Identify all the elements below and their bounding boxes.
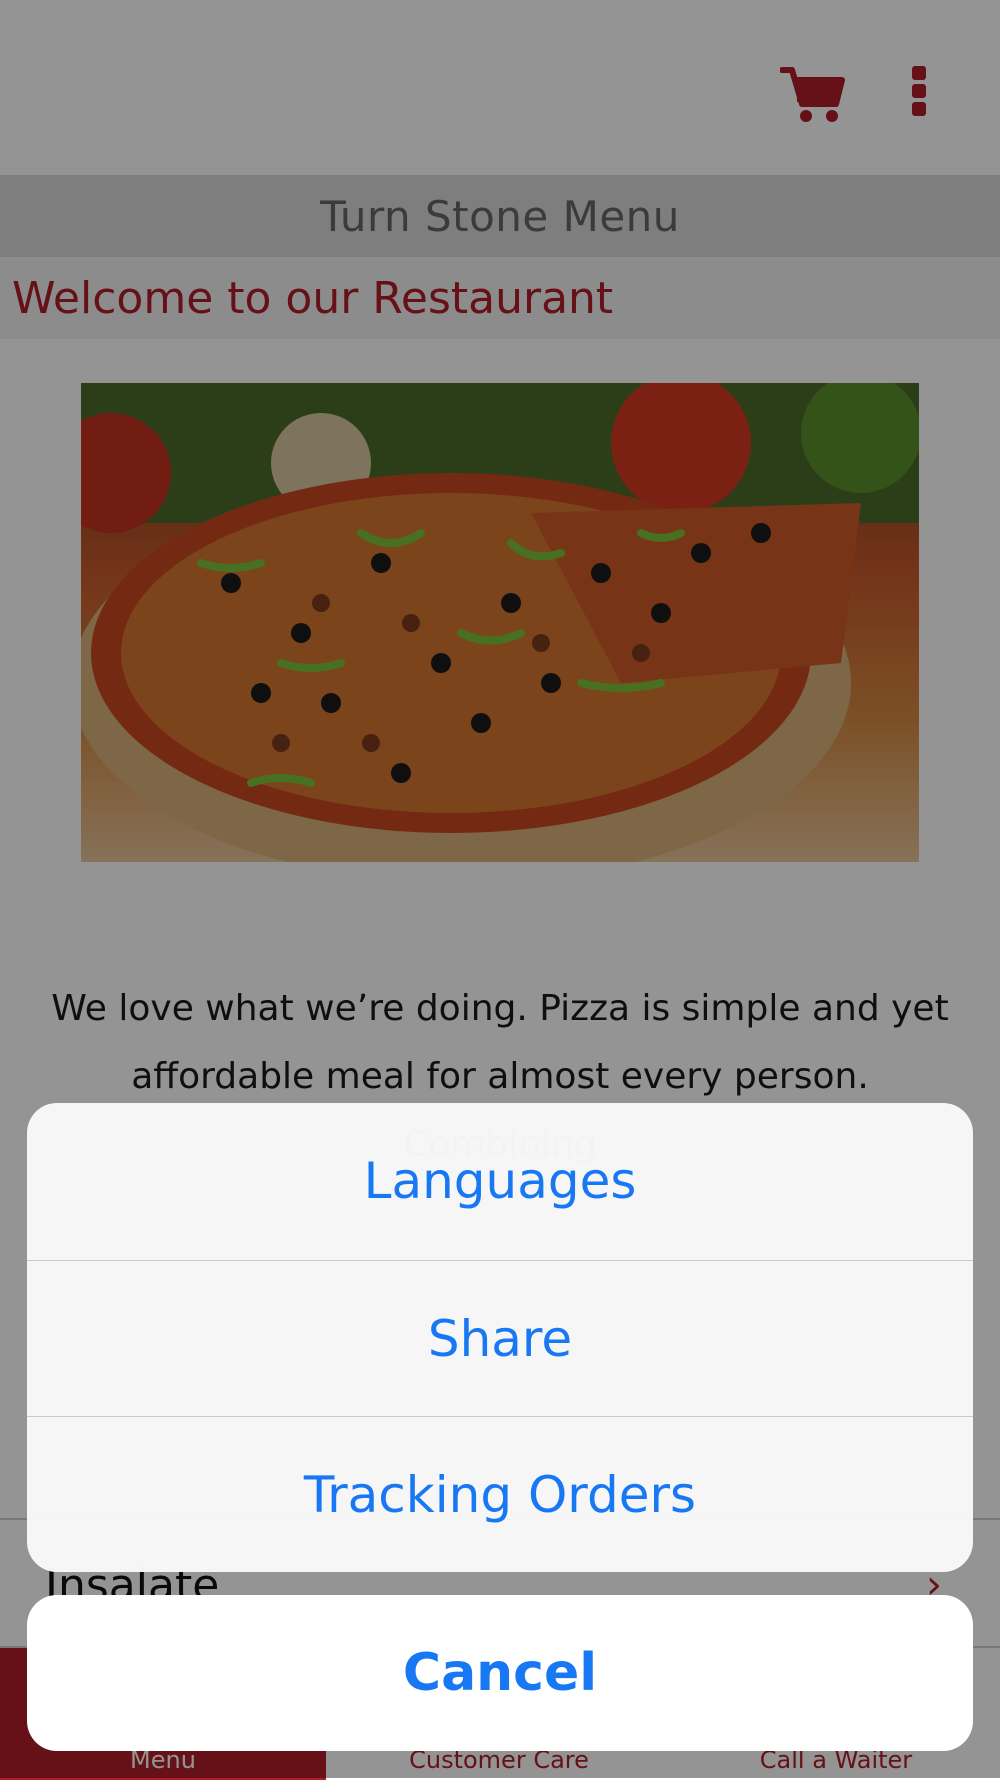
action-sheet: Languages Share Tracking Orders	[27, 1103, 973, 1572]
share-option[interactable]: Share	[27, 1260, 973, 1417]
tracking-orders-option[interactable]: Tracking Orders	[27, 1416, 973, 1572]
languages-option[interactable]: Languages	[27, 1103, 973, 1259]
cancel-button[interactable]: Cancel	[27, 1595, 973, 1751]
